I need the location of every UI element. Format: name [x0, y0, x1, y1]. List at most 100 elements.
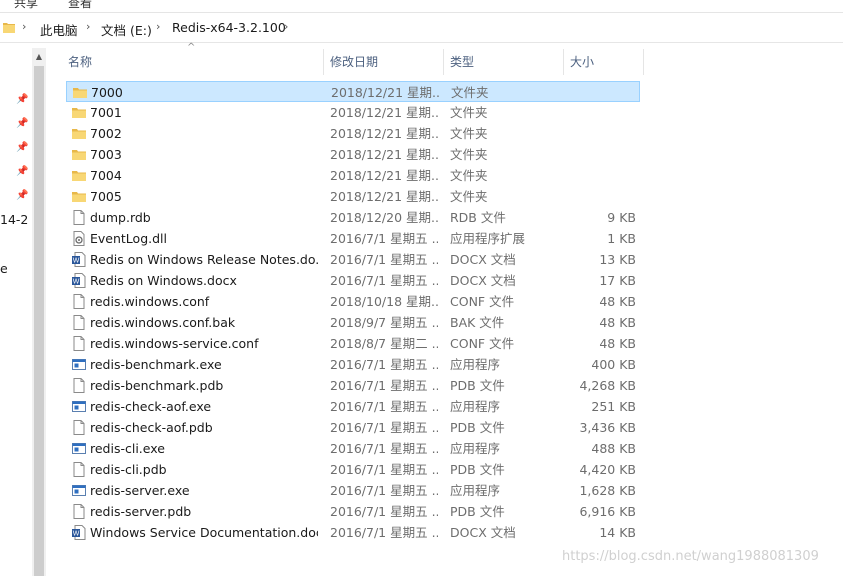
file-row[interactable]: redis-benchmark.exe 2016/7/1 星期五 ... 应用程序 4…: [66, 354, 640, 375]
file-date: 2016/7/1 星期五 ...: [330, 273, 438, 288]
file-row[interactable]: W Redis on Windows Release Notes.do... 201…: [66, 249, 640, 270]
file-date: 2018/10/18 星期...: [330, 294, 438, 309]
file-name: dump.rdb: [90, 210, 151, 225]
nav-item-label[interactable]: 14-2: [0, 212, 28, 227]
nav-item-label[interactable]: e: [0, 261, 8, 276]
breadcrumb-folder[interactable]: Redis-x64-3.2.100: [172, 20, 286, 35]
chevron-right-icon: ›: [156, 20, 161, 33]
file-row[interactable]: 7000 2018/12/21 星期... 文件夹: [66, 81, 640, 102]
file-date: 2018/12/21 星期...: [330, 147, 438, 162]
file-row[interactable]: redis-cli.exe 2016/7/1 星期五 ... 应用程序 488 KB: [66, 438, 640, 459]
pin-icon[interactable]: 📌: [16, 94, 28, 105]
docx-icon: W: [72, 252, 86, 267]
pin-icon[interactable]: 📌: [16, 166, 28, 177]
file-row[interactable]: redis-server.exe 2016/7/1 星期五 ... 应用程序 1,62…: [66, 480, 640, 501]
file-row[interactable]: redis-check-aof.pdb 2016/7/1 星期五 ... PDB 文…: [66, 417, 640, 438]
file-size: [566, 165, 636, 186]
pin-icon[interactable]: 📌: [16, 142, 28, 153]
file-row[interactable]: W Windows Service Documentation.docx 2016/…: [66, 522, 640, 543]
file-type: BAK 文件: [450, 315, 505, 330]
folder-icon: [72, 147, 86, 162]
file-name: redis-cli.pdb: [90, 462, 167, 477]
file-type: 文件夹: [450, 126, 488, 141]
file-icon: [72, 462, 86, 477]
file-date: 2016/7/1 星期五 ...: [330, 462, 438, 477]
ribbon-tab-view[interactable]: 查看: [68, 0, 92, 11]
file-name: 7000: [91, 85, 123, 100]
file-date: 2016/7/1 星期五 ...: [330, 483, 438, 498]
file-size: 6,916 KB: [579, 504, 636, 519]
file-name: 7004: [90, 168, 122, 183]
column-header-date[interactable]: 修改日期: [324, 49, 444, 75]
file-size: [567, 82, 637, 103]
file-row[interactable]: redis-check-aof.exe 2016/7/1 星期五 ... 应用程序 2…: [66, 396, 640, 417]
file-name: redis-cli.exe: [90, 441, 165, 456]
file-row[interactable]: redis.windows-service.conf 2018/8/7 星期二 .…: [66, 333, 640, 354]
file-date: 2016/7/1 星期五 ...: [330, 504, 438, 519]
file-date: 2018/12/21 星期...: [330, 105, 438, 120]
pin-icon[interactable]: 📌: [16, 118, 28, 129]
file-row[interactable]: 7001 2018/12/21 星期... 文件夹: [66, 102, 640, 123]
file-size: 3,436 KB: [579, 420, 636, 435]
folder-icon: [3, 23, 15, 33]
file-name: Redis on Windows Release Notes.do...: [90, 252, 318, 267]
nav-scrollbar-thumb[interactable]: [34, 66, 44, 576]
folder-icon: [72, 189, 86, 204]
file-icon: [72, 336, 86, 351]
pin-icon[interactable]: 📌: [16, 190, 28, 201]
file-name: 7005: [90, 189, 122, 204]
file-row[interactable]: 7002 2018/12/21 星期... 文件夹: [66, 123, 640, 144]
file-type: DOCX 文档: [450, 252, 516, 267]
file-icon: [72, 378, 86, 393]
file-date: 2016/7/1 星期五 ...: [330, 357, 438, 372]
column-header-size[interactable]: 大小: [564, 49, 644, 75]
scroll-up-icon[interactable]: ▲: [32, 48, 46, 64]
file-date: 2018/12/20 星期...: [330, 210, 438, 225]
file-type: PDB 文件: [450, 462, 505, 477]
column-header-name[interactable]: 名称: [62, 49, 324, 75]
file-type: 文件夹: [450, 168, 488, 183]
file-row[interactable]: redis-benchmark.pdb 2016/7/1 星期五 ... PDB 文…: [66, 375, 640, 396]
file-type: 应用程序: [450, 483, 501, 498]
file-type: 应用程序: [450, 399, 501, 414]
file-row[interactable]: redis.windows.conf 2018/10/18 星期... CONF 文…: [66, 291, 640, 312]
file-date: 2018/8/7 星期二 ...: [330, 336, 438, 351]
file-size: 14 KB: [599, 525, 636, 540]
file-icon: [72, 294, 86, 309]
file-date: 2018/12/21 星期...: [330, 126, 438, 141]
dll-icon: [72, 231, 86, 246]
folder-icon: [72, 105, 86, 120]
file-row[interactable]: 7004 2018/12/21 星期... 文件夹: [66, 165, 640, 186]
file-name: redis-check-aof.exe: [90, 399, 212, 414]
file-name: redis-benchmark.exe: [90, 357, 222, 372]
ribbon-tabs: 共享 查看: [0, 0, 843, 13]
breadcrumb-this-pc[interactable]: 此电脑: [40, 20, 78, 39]
file-row[interactable]: W Redis on Windows.docx 2016/7/1 星期五 ... DO…: [66, 270, 640, 291]
file-size: 17 KB: [599, 273, 636, 288]
file-type: CONF 文件: [450, 294, 515, 309]
file-row[interactable]: redis-cli.pdb 2016/7/1 星期五 ... PDB 文件 4,420…: [66, 459, 640, 480]
file-name: 7001: [90, 105, 122, 120]
file-row[interactable]: EventLog.dll 2016/7/1 星期五 ... 应用程序扩展 1 KB: [66, 228, 640, 249]
file-size: [566, 144, 636, 165]
file-row[interactable]: 7003 2018/12/21 星期... 文件夹: [66, 144, 640, 165]
file-name: redis-check-aof.pdb: [90, 420, 213, 435]
column-header-type[interactable]: 类型: [444, 49, 564, 75]
ribbon-tab-share[interactable]: 共享: [14, 0, 38, 11]
folder-icon: [73, 85, 87, 100]
file-size: 48 KB: [599, 315, 636, 330]
file-row[interactable]: redis.windows.conf.bak 2018/9/7 星期五 ... BA…: [66, 312, 640, 333]
file-size: 251 KB: [591, 399, 636, 414]
address-bar[interactable]: › 此电脑 › 文档 (E:) › Redis-x64-3.2.100 ›: [0, 14, 843, 43]
file-size: 4,268 KB: [579, 378, 636, 393]
file-row[interactable]: 7005 2018/12/21 星期... 文件夹: [66, 186, 640, 207]
file-name: redis-server.pdb: [90, 504, 192, 519]
file-size: 400 KB: [591, 357, 636, 372]
file-row[interactable]: dump.rdb 2018/12/20 星期... RDB 文件 9 KB: [66, 207, 640, 228]
breadcrumb-drive[interactable]: 文档 (E:): [101, 20, 152, 39]
file-row[interactable]: redis-server.pdb 2016/7/1 星期五 ... PDB 文件 6,…: [66, 501, 640, 522]
file-type: 文件夹: [450, 189, 488, 204]
file-name: EventLog.dll: [90, 231, 167, 246]
file-size: 48 KB: [599, 336, 636, 351]
exe-icon: [72, 483, 86, 498]
